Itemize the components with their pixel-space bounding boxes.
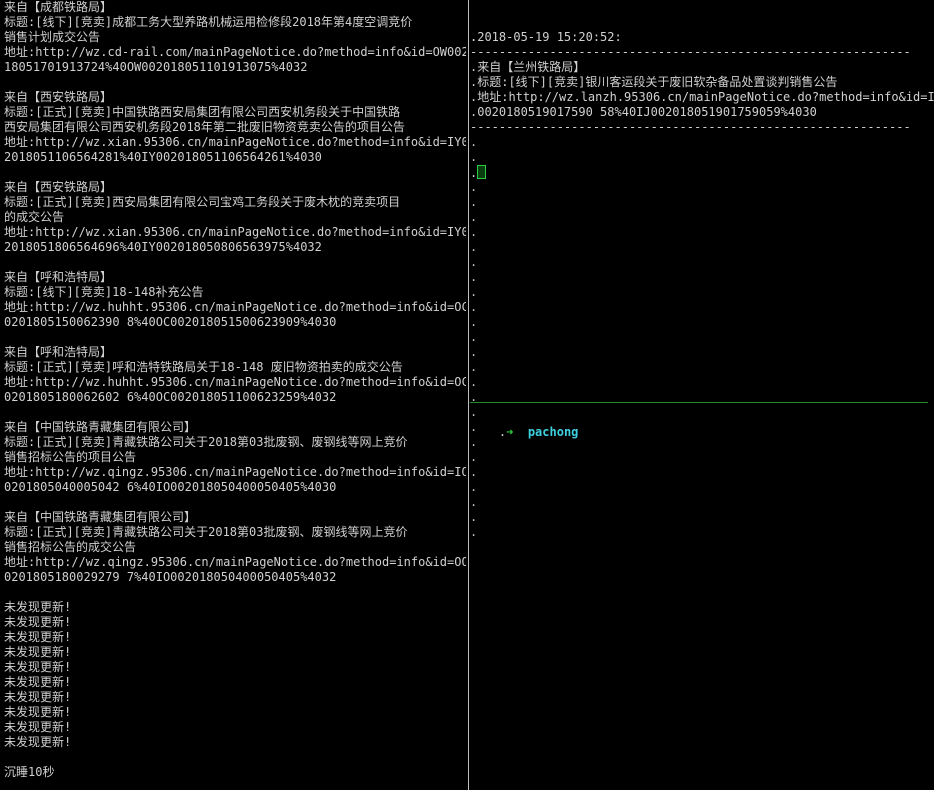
dot-glyph: . bbox=[470, 315, 478, 329]
dot-glyph: . bbox=[470, 225, 478, 239]
output-line: 标题:[正式][竞卖]青藏铁路公司关于2018第03批废钢、废钢线等网上竞价 bbox=[4, 435, 408, 449]
pane-divider-vertical[interactable] bbox=[468, 0, 469, 790]
timestamp-line: .2018-05-19 15:20:52: bbox=[470, 30, 622, 44]
output-line: 标题:[线下][竞卖]18-148补充公告 bbox=[4, 285, 204, 299]
output-line: 0201805180062602 6%40OC00201805110062325… bbox=[4, 390, 337, 404]
output-line: 地址:http://wz.cd-rail.com/mainPageNotice.… bbox=[4, 45, 466, 59]
output-line: 2018051106564281%40IY002018051106564261%… bbox=[4, 150, 322, 164]
output-line: 来自【呼和浩特局】 bbox=[4, 270, 113, 284]
output-line: 未发现更新! bbox=[4, 690, 72, 704]
address-line-2: .0020180519017590 58%40IJ002018051901759… bbox=[470, 105, 817, 119]
output-line: 销售计划成交公告 bbox=[4, 30, 101, 44]
output-line: 来自【西安铁路局】 bbox=[4, 90, 113, 104]
dot-glyph: . bbox=[470, 525, 478, 539]
output-line: 标题:[正式][竞卖]西安局集团有限公司宝鸡工务段关于废木枕的竞卖项目 bbox=[4, 195, 401, 209]
output-line: 标题:[正式][竞卖]中国铁路西安局集团有限公司西安机务段关于中国铁路 bbox=[4, 105, 401, 119]
pane-divider-horizontal[interactable] bbox=[470, 402, 928, 403]
separator-bottom: ----------------------------------------… bbox=[470, 120, 911, 134]
output-line: 未发现更新! bbox=[4, 705, 72, 719]
dot-glyph: . bbox=[470, 195, 478, 209]
dot-glyph: . bbox=[470, 495, 478, 509]
dot-glyph: . bbox=[470, 360, 478, 374]
dot-glyph: . bbox=[470, 240, 478, 254]
output-line: 来自【呼和浩特局】 bbox=[4, 345, 113, 359]
output-line: 未发现更新! bbox=[4, 720, 72, 734]
output-line: 沉睡10秒 bbox=[4, 765, 55, 779]
dot-glyph: . bbox=[470, 510, 478, 524]
output-line: 标题:[正式][竞卖]青藏铁路公司关于2018第03批废钢、废钢线等网上竞价 bbox=[4, 525, 408, 539]
output-line: 西安局集团有限公司西安机务段2018年第二批废旧物资竞卖公告的项目公告 bbox=[4, 120, 405, 134]
output-line: 0201805040005042 6%40IO00201805040005040… bbox=[4, 480, 337, 494]
output-line: 18051701913724%40OW002018051101913075%40… bbox=[4, 60, 308, 74]
output-line: 未发现更新! bbox=[4, 600, 72, 614]
dot-glyph: . bbox=[470, 480, 478, 494]
terminal-right-pane[interactable]: ........................... .2018-05-19 … bbox=[470, 0, 934, 790]
prompt-directory: pachong bbox=[527, 425, 579, 439]
dot-glyph: . bbox=[470, 210, 478, 224]
output-line: 来自【中国铁路青藏集团有限公司】 bbox=[4, 510, 197, 524]
dot-glyph: . bbox=[470, 255, 478, 269]
output-line: 0201805180029279 7%40IO00201805040005040… bbox=[4, 570, 337, 584]
output-line: 地址:http://wz.qingz.95306.cn/mainPageNoti… bbox=[4, 555, 466, 569]
dot-glyph: . bbox=[470, 300, 478, 314]
dot-glyph: . bbox=[470, 375, 478, 389]
output-line: 地址:http://wz.huhht.95306.cn/mainPageNoti… bbox=[4, 300, 466, 314]
output-line: 地址:http://wz.qingz.95306.cn/mainPageNoti… bbox=[4, 465, 466, 479]
dot-glyph: . bbox=[470, 465, 478, 479]
separator-top: ----------------------------------------… bbox=[470, 45, 911, 59]
output-line: 未发现更新! bbox=[4, 660, 72, 674]
output-line: 来自【成都铁路局】 bbox=[4, 0, 113, 14]
dot-glyph: . bbox=[470, 285, 478, 299]
output-line: 2018051806564696%40IY002018050806563975%… bbox=[4, 240, 322, 254]
output-line: 0201805150062390 8%40OC00201805150062390… bbox=[4, 315, 337, 329]
output-line: 标题:[线下][竞卖]成都工务大型养路机械运用检修段2018年第4度空调竞价 bbox=[4, 15, 413, 29]
source-line: .来自【兰州铁路局】 bbox=[470, 60, 586, 74]
output-line: 地址:http://wz.huhht.95306.cn/mainPageNoti… bbox=[4, 375, 466, 389]
output-line: 地址:http://wz.xian.95306.cn/mainPageNotic… bbox=[4, 135, 466, 149]
dot-glyph: . bbox=[470, 180, 478, 194]
output-line: 未发现更新! bbox=[4, 675, 72, 689]
dot-glyph: . bbox=[470, 330, 478, 344]
right-pane-output: .2018-05-19 15:20:52: ------------------… bbox=[470, 0, 934, 180]
output-line: 销售招标公告的成交公告 bbox=[4, 540, 137, 554]
cursor-line: . bbox=[470, 165, 934, 180]
output-line: 未发现更新! bbox=[4, 615, 72, 629]
terminal-cursor bbox=[477, 165, 487, 179]
output-line: 的成交公告 bbox=[4, 210, 65, 224]
output-line: 来自【西安铁路局】 bbox=[4, 180, 113, 194]
output-line: 未发现更新! bbox=[4, 645, 72, 659]
address-line-1: .地址:http://wz.lanzh.95306.cn/mainPageNot… bbox=[470, 90, 934, 104]
dot-glyph: . bbox=[470, 270, 478, 284]
output-line: 未发现更新! bbox=[4, 735, 72, 749]
output-line: 销售招标公告的项目公告 bbox=[4, 450, 137, 464]
terminal-left-pane[interactable]: 来自【成都铁路局】 标题:[线下][竞卖]成都工务大型养路机械运用检修段2018年… bbox=[4, 0, 466, 790]
output-line: 地址:http://wz.xian.95306.cn/mainPageNotic… bbox=[4, 225, 466, 239]
title-line: .标题:[线下][竞卖]银川客运段关于废旧软杂备品处置谈判销售公告 bbox=[470, 75, 838, 89]
output-line: 来自【中国铁路青藏集团有限公司】 bbox=[4, 420, 197, 434]
shell-prompt[interactable]: .➜ pachong bbox=[470, 410, 579, 455]
output-line: 未发现更新! bbox=[4, 630, 72, 644]
dot-glyph: . bbox=[470, 345, 478, 359]
output-line: 标题:[正式][竞卖]呼和浩特铁路局关于18-148 废旧物资拍卖的成交公告 bbox=[4, 360, 403, 374]
